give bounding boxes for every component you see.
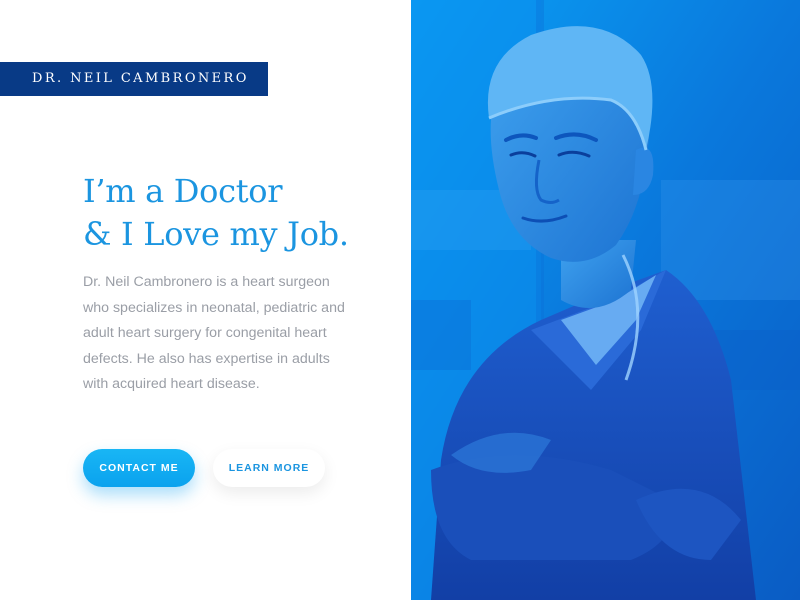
hero-headline: I’m a Doctor & I Love my Job. — [83, 170, 403, 256]
doctor-photo — [411, 0, 800, 600]
doctor-name-tag: DR. NEIL CAMBRONERO — [0, 62, 268, 96]
contact-me-button[interactable]: CONTACT ME — [83, 449, 195, 487]
hero-description: Dr. Neil Cambronero is a heart surgeon w… — [83, 274, 345, 392]
intro-panel: DR. NEIL CAMBRONERO I’m a Doctor & I Lov… — [0, 0, 411, 600]
landing-page: DR. NEIL CAMBRONERO I’m a Doctor & I Lov… — [0, 0, 800, 600]
surgeon-illustration — [411, 0, 800, 600]
headline-line-2: & I Love my Job. — [83, 215, 349, 253]
learn-more-button[interactable]: LEARN MORE — [213, 449, 325, 487]
headline-line-1: I’m a Doctor — [83, 172, 283, 210]
